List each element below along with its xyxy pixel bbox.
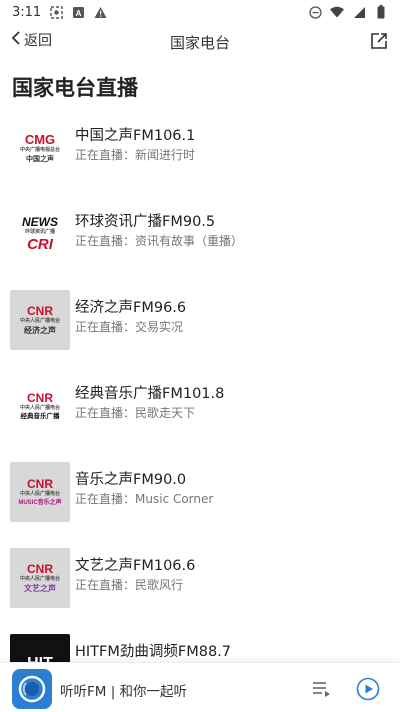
logo-channel: 经济之声 (24, 326, 56, 335)
svg-text:A: A (75, 9, 81, 18)
logo-subtitle: 中央人民广播电台 (19, 491, 60, 497)
player-bar[interactable]: 听听FM | 和你一起听 (0, 662, 400, 712)
station-name: 文艺之声FM106.6 (75, 558, 196, 574)
station-item[interactable]: CNR 中央人民广播电台 经典音乐广播 经典音乐广播FM101.8 正在直播：民… (0, 363, 400, 449)
station-status: 正在直播：民歌走天下 (75, 406, 196, 420)
logo-mark: CNR (27, 390, 53, 405)
status-time: 3:11 (12, 4, 42, 20)
logo-channel: CRI (27, 236, 53, 253)
station-logo: CMG 中央广播电视总台 中国之声 (10, 118, 70, 178)
warning-icon (93, 5, 107, 19)
player-logo-icon (18, 675, 46, 703)
logo-channel: 中国之声 (26, 156, 54, 163)
battery-icon (374, 5, 388, 19)
station-name: 环球资讯广播FM90.5 (75, 214, 216, 230)
station-item[interactable]: CMG 中央广播电视总台 中国之声 中国之声FM106.1 正在直播：新闻进行时 (0, 105, 400, 191)
logo-channel: 文艺之声 (24, 584, 56, 593)
logo-subtitle: 中央广播电视总台 (19, 147, 60, 153)
play-icon[interactable] (356, 677, 380, 701)
station-list: CMG 中央广播电视总台 中国之声 中国之声FM106.1 正在直播：新闻进行时… (0, 105, 400, 707)
station-item[interactable]: CNR 中央人民广播电台 文艺之声 文艺之声FM106.6 正在直播：民歌风行 (0, 535, 400, 621)
back-button[interactable]: 返回 (10, 30, 52, 50)
station-name: 中国之声FM106.1 (75, 128, 196, 144)
logo-mark: CNR (27, 477, 53, 491)
station-status: 正在直播：新闻进行时 (75, 148, 196, 162)
station-item[interactable]: CNR 中央人民广播电台 经济之声 经济之声FM96.6 正在直播：交易实况 (0, 277, 400, 363)
back-label: 返回 (24, 33, 52, 49)
station-name: 音乐之声FM90.0 (75, 472, 187, 488)
logo-channel: MUSIC音乐之声 (18, 500, 62, 506)
logo-subtitle: 环球资讯广播 (24, 229, 55, 235)
app-a-icon: A (71, 5, 85, 19)
section-title: 国家电台直播 (12, 76, 138, 100)
do-not-disturb-icon (308, 5, 322, 19)
station-item[interactable]: CNR 中央人民广播电台 MUSIC音乐之声 音乐之声FM90.0 正在直播：M… (0, 449, 400, 535)
player-title: 听听FM | 和你一起听 (60, 684, 188, 700)
chevron-left-icon (10, 30, 22, 50)
status-bar: 3:11 A (0, 0, 400, 24)
share-icon[interactable] (370, 32, 390, 52)
logo-subtitle: 中央人民广播电台 (19, 404, 60, 411)
logo-channel: 经典音乐广播 (20, 412, 60, 420)
logo-mark: CNR (27, 562, 53, 576)
page-title: 国家电台 (169, 33, 230, 52)
station-logo: CNR 中央人民广播电台 经典音乐广播 (10, 376, 70, 436)
logo-mark: NEWS (22, 215, 58, 229)
nav-bar: 返回 国家电台 (0, 24, 400, 60)
station-status: 正在直播：Music Corner (75, 492, 214, 506)
logo-mark: CMG (24, 132, 56, 147)
station-name: 经济之声FM96.6 (75, 300, 187, 316)
station-logo: CNR 中央人民广播电台 文艺之声 (10, 548, 70, 608)
station-name: 经典音乐广播FM101.8 (75, 386, 225, 402)
station-item[interactable]: NEWS 环球资讯广播 CRI 环球资讯广播FM90.5 正在直播：资讯有故事（… (0, 191, 400, 277)
station-logo: CNR 中央人民广播电台 经济之声 (10, 290, 70, 350)
wifi-icon (330, 5, 344, 19)
logo-subtitle: 中央人民广播电台 (19, 576, 60, 582)
station-logo: CNR 中央人民广播电台 MUSIC音乐之声 (10, 462, 70, 522)
logo-mark: CNR (27, 304, 53, 318)
station-status: 正在直播：民歌风行 (75, 578, 184, 592)
playlist-icon[interactable] (310, 677, 332, 699)
screenshot-icon (49, 5, 63, 19)
logo-subtitle: 中央人民广播电台 (19, 318, 60, 324)
signal-icon (352, 5, 366, 19)
player-avatar[interactable] (12, 669, 52, 709)
station-status: 正在直播：交易实况 (75, 320, 184, 334)
station-status: 正在直播：资讯有故事（重播） (75, 234, 244, 248)
station-logo: NEWS 环球资讯广播 CRI (10, 204, 70, 264)
station-name: HITFM劲曲调频FM88.7 (75, 644, 232, 660)
